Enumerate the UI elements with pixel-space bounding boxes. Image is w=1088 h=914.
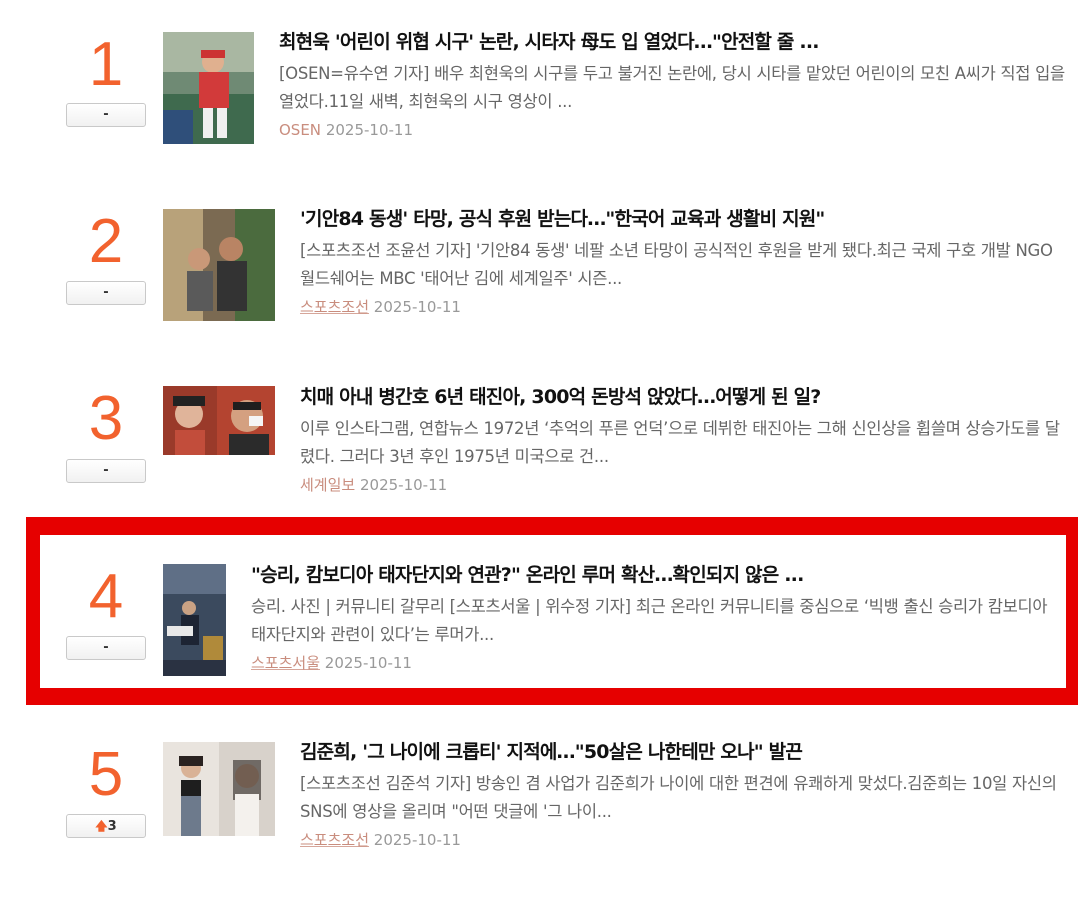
news-meta: 스포츠조선 2025-10-11 (300, 297, 1070, 317)
news-title[interactable]: 최현욱 '어린이 위협 시구' 논란, 시타자 母도 입 열었다…"안전할 줄 … (279, 30, 1069, 54)
rank-change-badge: - (66, 281, 146, 305)
news-date: 2025-10-11 (325, 121, 413, 139)
news-date: 2025-10-11 (373, 298, 461, 316)
rank-change-badge: 🡅3 (66, 814, 146, 838)
news-source[interactable]: 스포츠조선 (300, 831, 369, 849)
news-date: 2025-10-11 (373, 831, 461, 849)
news-meta: OSEN 2025-10-11 (279, 120, 1069, 140)
arrow-up-icon: 🡅 (95, 819, 108, 833)
news-summary[interactable]: 이루 인스타그램, 연합뉴스 1972년 ‘추억의 푸른 언덕’으로 데뷔한 태… (300, 415, 1070, 471)
news-thumbnail[interactable] (163, 386, 275, 455)
news-thumbnail[interactable] (163, 564, 226, 676)
news-thumbnail[interactable] (163, 32, 254, 144)
rank-change-badge: - (66, 636, 146, 660)
news-meta: 세계일보 2025-10-11 (300, 475, 1070, 495)
news-date: 2025-10-11 (324, 654, 412, 672)
news-title[interactable]: '기안84 동생' 타망, 공식 후원 받는다…"한국어 교육과 생활비 지원" (300, 207, 1070, 231)
rank-change-badge: - (66, 103, 146, 127)
news-meta: 스포츠서울 2025-10-11 (251, 653, 1061, 673)
rank-number: 1 (88, 30, 124, 99)
rank-change-value: - (103, 463, 109, 478)
rank-number: 3 (88, 384, 124, 453)
rank-change-badge: - (66, 459, 146, 483)
news-summary[interactable]: [스포츠조선 조윤선 기자] '기안84 동생' 네팔 소년 타망이 공식적인 … (300, 237, 1070, 293)
rank-number: 4 (88, 562, 124, 631)
news-title[interactable]: 치매 아내 병간호 6년 태진아, 300억 돈방석 앉았다…어떻게 된 일? (300, 385, 1070, 409)
rank-change-value: 3 (107, 819, 117, 834)
rank-change-value: - (103, 107, 109, 122)
news-title[interactable]: "승리, 캄보디아 태자단지와 연관?" 온라인 루머 확산…확인되지 않은 .… (251, 563, 1061, 587)
news-title[interactable]: 김준희, '그 나이에 크롭티' 지적에…"50살은 나한테만 오나" 발끈 (300, 740, 1070, 764)
news-summary[interactable]: [OSEN=유수연 기자] 배우 최현욱의 시구를 두고 불거진 논란에, 당시… (279, 60, 1069, 116)
news-source[interactable]: 스포츠서울 (251, 654, 320, 672)
news-source[interactable]: 세계일보 (300, 476, 355, 494)
news-summary[interactable]: [스포츠조선 김준석 기자] 방송인 겸 사업가 김준희가 나이에 대한 편견에… (300, 770, 1070, 826)
news-source[interactable]: 스포츠조선 (300, 298, 369, 316)
rank-number: 2 (88, 207, 124, 276)
news-summary[interactable]: 승리. 사진 | 커뮤니티 갈무리 [스포츠서울 | 위수정 기자] 최근 온라… (251, 593, 1061, 649)
news-meta: 스포츠조선 2025-10-11 (300, 830, 1070, 850)
news-thumbnail[interactable] (163, 209, 275, 321)
news-thumbnail[interactable] (163, 742, 275, 836)
rank-change-value: - (103, 285, 109, 300)
rank-change-value: - (103, 640, 109, 655)
news-source[interactable]: OSEN (279, 121, 321, 139)
news-date: 2025-10-11 (359, 476, 448, 494)
rank-number: 5 (88, 740, 124, 809)
